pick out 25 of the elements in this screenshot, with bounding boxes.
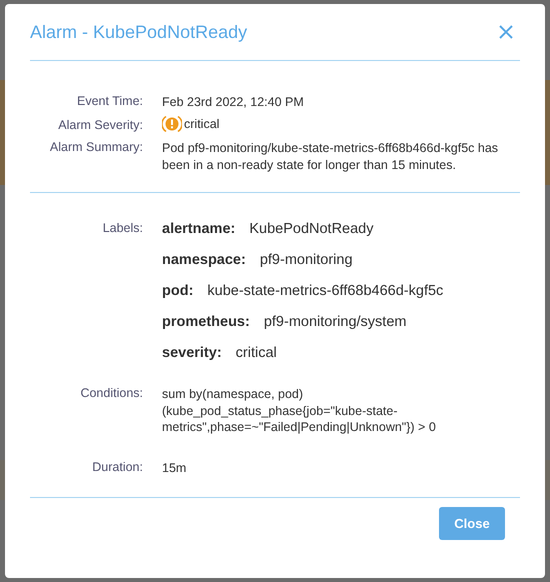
label-value: pf9-monitoring bbox=[260, 250, 353, 270]
field-value: Pod pf9-monitoring/kube-state-metrics-6ff68b466d-kgf5c has been in a non-ready state for longer than 15 minutes. bbox=[162, 140, 500, 174]
field-label: Conditions: bbox=[79, 386, 143, 402]
label-key: namespace: bbox=[162, 250, 246, 270]
label-key: alertname: bbox=[162, 220, 236, 239]
label-value: KubePodNotReady bbox=[249, 220, 374, 239]
label-value: critical bbox=[236, 344, 277, 363]
warning-icon bbox=[162, 114, 182, 133]
label-value: kube-state-metrics-6ff68b466d-kgf5c bbox=[207, 282, 444, 301]
dialog-title: Alarm - KubePodNotReady bbox=[30, 22, 248, 42]
severity-value: critical bbox=[184, 116, 220, 131]
label-value: pf9-monitoring/system bbox=[264, 312, 406, 332]
label-key: severity: bbox=[162, 344, 222, 363]
field-value: 15m bbox=[162, 460, 188, 478]
close-icon[interactable] bbox=[499, 25, 513, 39]
field-label: Alarm Summary: bbox=[48, 140, 143, 156]
field-label: Event Time: bbox=[76, 94, 143, 110]
field-value: sum by(namespace, pod) (kube_pod_status_phase{job="kube-state-metrics",phase=~"Failed|Pending|Unknown"}) > 0 bbox=[162, 386, 437, 436]
field-label: Alarm Severity: bbox=[57, 118, 143, 133]
label-key: prometheus: bbox=[162, 312, 250, 332]
field-value: Feb 23rd 2022, 12:40 PM bbox=[162, 94, 305, 111]
close-button[interactable]: Close bbox=[439, 507, 505, 540]
field-label: Labels: bbox=[102, 220, 143, 237]
field-label: Duration: bbox=[91, 460, 143, 476]
label-key: pod: bbox=[162, 282, 194, 301]
